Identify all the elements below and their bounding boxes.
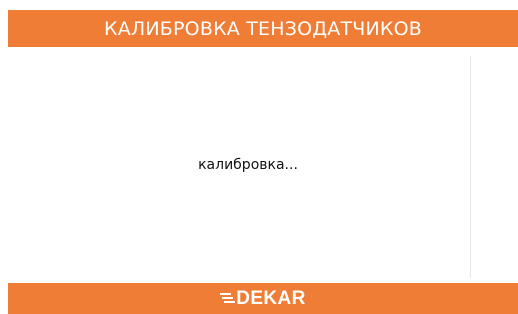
header-bar: КАЛИБРОВКА ТЕНЗОДАТЧИКОВ [8, 10, 518, 47]
page-title: КАЛИБРОВКА ТЕНЗОДАТЧИКОВ [104, 17, 422, 40]
stripes-icon [220, 292, 236, 303]
brand-logo-text: DEKAR [236, 287, 306, 309]
calibration-screen: КАЛИБРОВКА ТЕНЗОДАТЧИКОВ калибровка... D… [0, 0, 518, 314]
calibration-status-text: калибровка... [198, 157, 298, 173]
brand-logo: DEKAR [220, 287, 306, 309]
footer-bar: DEKAR [8, 283, 518, 314]
